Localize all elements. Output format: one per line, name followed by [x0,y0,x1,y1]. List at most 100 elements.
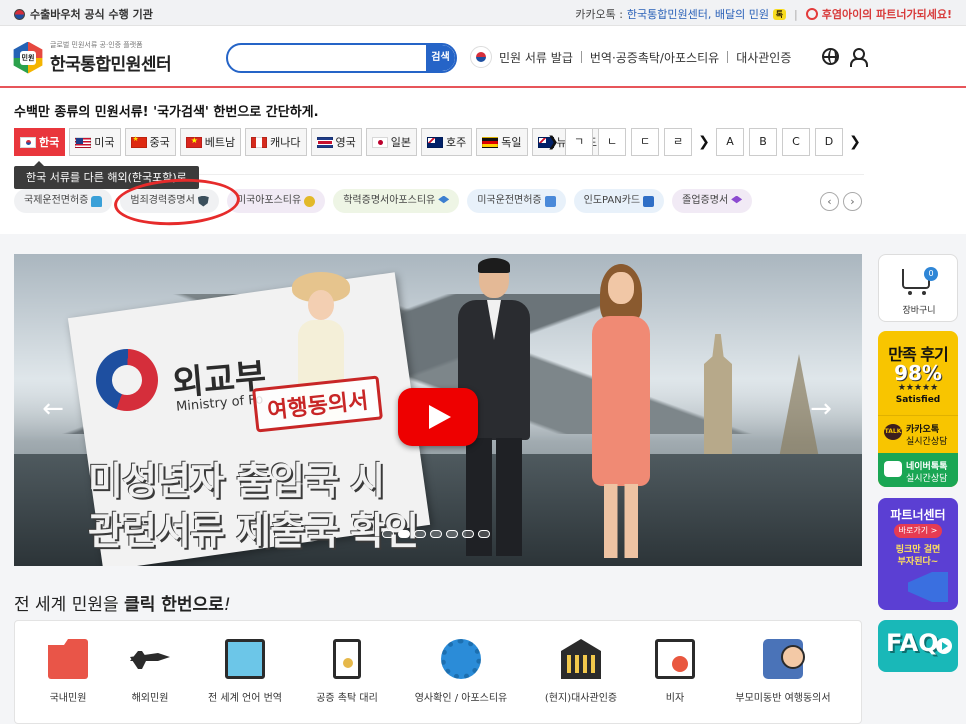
kakao-talk-icon[interactable]: 톡 [772,8,786,20]
official-agency-text: 수출바우처 공식 수행 기관 [30,8,153,21]
partner-go-button[interactable]: 바로가기 > [894,524,942,538]
faq-button[interactable]: FAQ [878,620,958,672]
banner-dot[interactable] [398,530,410,538]
kakao-prefix: 카카오톡 : [575,8,623,21]
service-visa[interactable]: 비자 [620,639,730,704]
faq-label: FAQ [886,629,939,657]
tag-label: 인도PAN카드 [583,195,641,206]
folder-icon [48,639,88,679]
tag-degree-apostille[interactable]: 학력증명서아포스티유 [333,189,460,213]
banner-dot[interactable] [414,530,426,538]
main-banner-video[interactable]: 외교부 Ministry of Fo 여행동의서 미성년자 출입국 시 관련서류… [14,254,862,566]
usa-flag-icon [75,136,92,148]
country-next-arrow-icon[interactable]: ❯ [546,128,560,156]
logo-hexagon-icon: 민원 [12,41,44,74]
banner-prev-arrow-icon[interactable]: ← [38,394,68,424]
services-grid: 국내민원 해외민원 전 세계 언어 번역 공증 촉탁 대리 영사확인 / 아포스… [14,620,862,724]
service-apostille[interactable]: 영사확인 / 아포스티유 [406,639,516,704]
partner-message-line1: 링크만 걸면 [895,545,941,555]
banner-dot[interactable] [430,530,442,538]
cap-icon [438,195,450,204]
tag-pager: ‹ › [820,192,862,211]
country-tab-usa[interactable]: 미국 [69,128,121,156]
letter-more-arrow-icon[interactable]: ❯ [848,128,862,156]
service-travel-consent[interactable]: 부모미동반 여행동의서 [728,639,838,704]
top-utility-bar: 수출바우처 공식 수행 기관 카카오톡 : 한국통합민원센터, 배달의 민원 톡… [0,0,966,26]
nav-embassy-certification[interactable]: 대사관인증 [736,49,791,66]
tag-criminal-record[interactable]: 범죄경력증명서 [120,189,219,213]
country-label: 호주 [446,136,467,149]
partner-title: 파트너센터 [890,508,946,522]
tag-india-pan-card[interactable]: 인도PAN카드 [573,189,665,213]
letter-filter-d[interactable]: D [815,128,843,156]
service-notary[interactable]: 공증 촉탁 대리 [292,639,402,704]
tag-next-button[interactable]: › [843,192,862,211]
nav-document-issuance[interactable]: 민원 서류 발급 [499,49,573,66]
mofa-logo-icon [96,349,158,411]
site-logo[interactable]: 민원 글로벌 민원서류 공·인증 플랫폼 한국통합민원센터 [12,40,172,75]
naver-chat-button[interactable]: 네이버톡톡 실시간상담 [878,453,958,487]
service-translation[interactable]: 전 세계 언어 번역 [190,639,300,704]
star-rating-icon: ★★★★★ [897,383,939,393]
search-button[interactable]: 검색 [426,45,455,71]
country-tab-canada[interactable]: 캐나다 [245,128,307,156]
japan-flag-icon [371,136,388,148]
cart-button[interactable]: 0 장바구니 [878,254,958,322]
car-icon [91,195,103,207]
letter-filter-giyeok[interactable]: ㄱ [565,128,593,156]
service-overseas[interactable]: 해외민원 [95,639,205,704]
country-tab-germany[interactable]: 독일 [476,128,528,156]
kakao-chat-sub: 실시간상담 [906,437,948,447]
letter-filter-b[interactable]: B [749,128,777,156]
service-label: 부모미동반 여행동의서 [735,693,831,704]
kakao-chat-button[interactable]: TALK 카카오톡 실시간상담 [878,415,958,451]
country-tab-vietnam[interactable]: 베트남 [179,128,242,156]
partner-signup-link[interactable]: 후염아이의 파트너가되세요! [822,6,952,22]
letter-filter-digeut[interactable]: ㄷ [631,128,659,156]
china-flag-icon [130,135,147,148]
nav-divider [727,51,729,63]
country-tab-australia[interactable]: 호주 [421,128,473,156]
tag-label: 범죄경력증명서 [130,195,195,206]
banner-next-arrow-icon[interactable]: → [806,394,836,424]
country-tab-china[interactable]: 중국 [124,128,176,156]
nav-translation-apostille[interactable]: 번역·공증촉탁/아포스티유 [590,49,719,66]
letter-filter-nieun[interactable]: ㄴ [598,128,626,156]
tag-graduation-certificate[interactable]: 졸업증명서 [672,189,753,213]
nav-divider [580,51,582,63]
tag-us-apostille[interactable]: 미국아포스티유 [226,189,326,213]
letter-next-arrow-icon[interactable]: ❯ [697,128,711,156]
luggage-icon [763,639,805,679]
search-headline: 수백만 종류의 민원서류! '국가검색' 한번으로 간단하게. [14,105,319,120]
tag-us-drivers-license[interactable]: 미국운전면허증 [467,189,566,213]
review-widget[interactable]: 만족 후기 98% ★★★★★ Satisfied TALK 카카오톡 실시간상… [878,331,958,487]
pan-card-icon [643,195,655,207]
letter-filter-a[interactable]: A [716,128,744,156]
kakao-channels-link[interactable]: 한국통합민원센터, 배달의 민원 [627,6,769,22]
user-icon[interactable] [850,48,868,67]
country-label: 중국 [149,136,170,149]
banner-dot[interactable] [462,530,474,538]
tag-prev-button[interactable]: ‹ [820,192,839,211]
search-input[interactable] [238,49,418,69]
canada-flag-icon [251,136,268,148]
banner-dot[interactable] [382,530,394,538]
country-tab-uk[interactable]: 영국 [310,128,362,156]
banner-dot[interactable] [446,530,458,538]
banner-headline-2: 관련서류 제출국 확인 [88,509,419,553]
letter-filter-c[interactable]: C [782,128,810,156]
service-label: 비자 [665,693,685,704]
embassy-icon [561,639,601,679]
country-tab-japan[interactable]: 일본 [365,128,417,156]
country-label: 한국 [39,136,60,149]
main-nav: 민원 서류 발급 번역·공증촉탁/아포스티유 대사관인증 [470,46,791,68]
review-satisfied: Satisfied [895,395,941,405]
globe-icon[interactable] [822,48,839,65]
country-tab-korea[interactable]: 한국 [14,128,66,156]
letter-filter-rieul[interactable]: ㄹ [664,128,692,156]
youtube-play-icon[interactable] [398,388,478,446]
banner-dot[interactable] [478,530,490,538]
tag-international-license[interactable]: 국제운전면허증 [14,189,113,213]
partner-center-widget[interactable]: 파트너센터 바로가기 > 링크만 걸면 부자된다~ [878,498,958,610]
country-tabs: 한국 미국 중국 베트남 캐나다 영국 일본 호주 독일 뉴질랜드 [14,128,603,156]
